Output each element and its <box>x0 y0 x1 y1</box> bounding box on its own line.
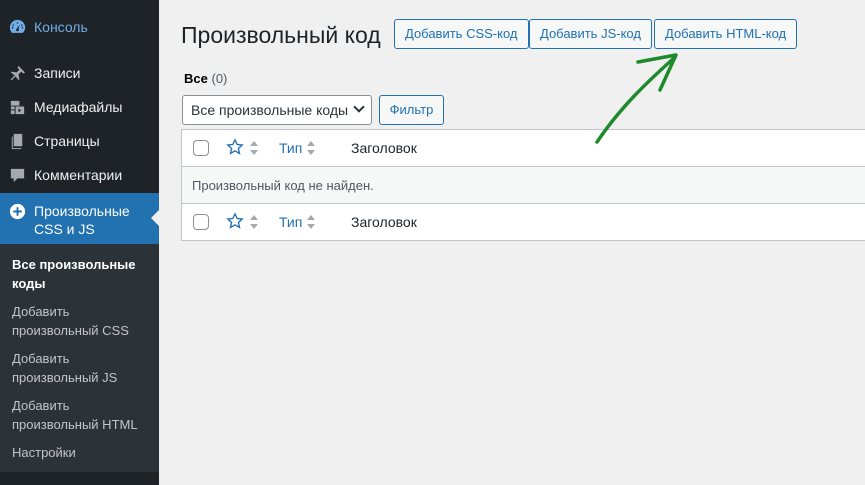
sort-arrows-icon[interactable] <box>307 215 315 229</box>
menu-label: Консоль <box>34 19 88 35</box>
empty-message: Произвольный код не найден. <box>192 178 374 193</box>
column-type[interactable]: Тип <box>279 140 302 156</box>
select-value: Все произвольные коды <box>191 102 349 118</box>
submenu-item-add-css[interactable]: Добавить произвольный CSS <box>0 302 159 340</box>
select-all-checkbox[interactable] <box>193 214 209 230</box>
star-icon[interactable] <box>226 212 244 230</box>
table-footer-row: Тип Заголовок <box>182 204 865 241</box>
view-all-count: (0) <box>211 71 228 86</box>
table-empty-row: Произвольный код не найден. <box>182 167 865 204</box>
codes-table: Тип Заголовок Произвольный код не найден… <box>181 129 865 241</box>
menu-item-dashboard[interactable]: Консоль <box>0 10 159 44</box>
submenu-item-all-codes[interactable]: Все произвольные коды <box>0 255 159 293</box>
filter-button[interactable]: Фильтр <box>379 95 444 125</box>
submenu: Все произвольные коды Добавить произволь… <box>0 244 159 472</box>
menu-label: Комментарии <box>34 167 123 183</box>
sort-arrows-icon[interactable] <box>250 215 258 229</box>
submenu-item-add-js[interactable]: Добавить произвольный JS <box>0 349 159 387</box>
select-all-checkbox[interactable] <box>193 140 209 156</box>
add-html-button[interactable]: Добавить HTML-код <box>654 19 798 49</box>
active-menu-arrow <box>151 210 159 226</box>
sort-arrows-icon[interactable] <box>307 141 315 155</box>
dashboard-icon <box>0 18 34 37</box>
menu-label: Страницы <box>34 133 100 149</box>
pages-icon <box>0 132 34 151</box>
add-css-button[interactable]: Добавить CSS-код <box>394 19 529 49</box>
menu-item-comments[interactable]: Комментарии <box>0 158 159 192</box>
code-type-select[interactable]: Все произвольные коды <box>182 95 372 125</box>
plus-circle-icon <box>0 202 34 221</box>
menu-label: Произвольные CSS и JS <box>34 203 130 237</box>
view-all-link[interactable]: Все <box>184 71 208 86</box>
view-filter-links: Все (0) <box>184 71 227 86</box>
menu-label: Записи <box>34 65 81 81</box>
add-js-button[interactable]: Добавить JS-код <box>529 19 652 49</box>
pin-icon <box>0 64 34 83</box>
chevron-down-icon <box>353 101 365 113</box>
submenu-item-add-html[interactable]: Добавить произвольный HTML <box>0 396 159 434</box>
column-title: Заголовок <box>351 140 417 156</box>
star-icon[interactable] <box>226 138 244 156</box>
page-title: Произвольный код <box>181 22 381 48</box>
menu-item-media[interactable]: Медиафайлы <box>0 90 159 124</box>
comments-icon <box>0 166 34 185</box>
column-title: Заголовок <box>351 214 417 230</box>
menu-item-posts[interactable]: Записи <box>0 56 159 90</box>
table-header-row: Тип Заголовок <box>182 130 865 167</box>
annotation-arrow-icon <box>595 53 678 144</box>
column-type[interactable]: Тип <box>279 214 302 230</box>
submenu-item-settings[interactable]: Настройки <box>0 443 159 462</box>
menu-label: Медиафайлы <box>34 99 123 115</box>
menu-item-custom-css-js[interactable]: Произвольные CSS и JS <box>0 193 159 244</box>
media-icon <box>0 98 34 117</box>
menu-item-pages[interactable]: Страницы <box>0 124 159 158</box>
sort-arrows-icon[interactable] <box>250 141 258 155</box>
admin-sidebar: Консоль Записи Медиафайлы Страницы Комме… <box>0 0 159 485</box>
